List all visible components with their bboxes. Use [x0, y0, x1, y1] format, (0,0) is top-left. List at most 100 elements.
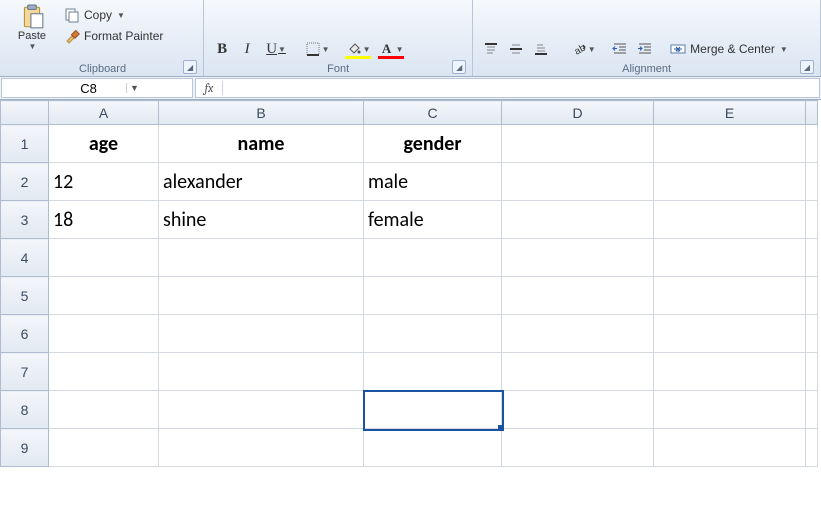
cell-E3[interactable] — [654, 201, 806, 239]
decrease-indent-button[interactable] — [608, 37, 632, 61]
align-middle-button[interactable] — [504, 37, 528, 61]
col-header-A[interactable]: A — [49, 101, 159, 125]
format-painter-button[interactable]: Format Painter — [60, 26, 167, 46]
row-header-1[interactable]: 1 — [1, 125, 49, 163]
cell-E6[interactable] — [654, 315, 806, 353]
align-top-button[interactable] — [479, 37, 503, 61]
cell-A9[interactable] — [49, 429, 159, 467]
cell-B9[interactable] — [159, 429, 364, 467]
orientation-button[interactable]: ab▼ — [567, 37, 599, 61]
cell-A1[interactable]: age — [49, 125, 159, 163]
cell-C4[interactable] — [364, 239, 502, 277]
borders-button[interactable]: ▼ — [301, 37, 333, 61]
grid[interactable]: A B C D E 1 age name gender 2 12 alexand… — [0, 100, 818, 467]
col-header-F[interactable] — [806, 101, 818, 125]
underline-button[interactable]: U▼ — [260, 37, 292, 61]
cell-A3[interactable]: 18 — [49, 201, 159, 239]
cell-C8[interactable] — [364, 391, 502, 429]
cell-A2[interactable]: 12 — [49, 163, 159, 201]
cell-B3[interactable]: shine — [159, 201, 364, 239]
row-header-7[interactable]: 7 — [1, 353, 49, 391]
formula-input[interactable] — [223, 81, 819, 96]
cell-F1[interactable] — [806, 125, 818, 163]
cell-E2[interactable] — [654, 163, 806, 201]
cell-A5[interactable] — [49, 277, 159, 315]
increase-indent-button[interactable] — [633, 37, 657, 61]
group-label-clipboard: Clipboard ◢ — [8, 61, 197, 76]
cell-B4[interactable] — [159, 239, 364, 277]
italic-button[interactable]: I — [235, 37, 259, 61]
fx-icon[interactable]: fx — [196, 81, 223, 95]
cell-C9[interactable] — [364, 429, 502, 467]
cell-F4[interactable] — [806, 239, 818, 277]
cell-C6[interactable] — [364, 315, 502, 353]
merge-center-button[interactable]: a Merge & Center ▼ — [666, 39, 792, 59]
name-box-input[interactable] — [52, 80, 126, 97]
row-header-8[interactable]: 8 — [1, 391, 49, 429]
row-header-6[interactable]: 6 — [1, 315, 49, 353]
merge-icon: a — [670, 41, 686, 57]
cell-E8[interactable] — [654, 391, 806, 429]
cell-F7[interactable] — [806, 353, 818, 391]
row-header-9[interactable]: 9 — [1, 429, 49, 467]
name-box[interactable]: ▼ — [1, 78, 193, 98]
row-header-5[interactable]: 5 — [1, 277, 49, 315]
cell-A4[interactable] — [49, 239, 159, 277]
cell-B8[interactable] — [159, 391, 364, 429]
dialog-launcher-icon[interactable]: ◢ — [800, 60, 814, 74]
cell-D7[interactable] — [502, 353, 654, 391]
cell-C5[interactable] — [364, 277, 502, 315]
cell-D6[interactable] — [502, 315, 654, 353]
row-header-3[interactable]: 3 — [1, 201, 49, 239]
cell-E7[interactable] — [654, 353, 806, 391]
cell-E4[interactable] — [654, 239, 806, 277]
cell-E9[interactable] — [654, 429, 806, 467]
cell-F5[interactable] — [806, 277, 818, 315]
paste-button[interactable]: Paste ▼ — [8, 2, 56, 60]
cell-E5[interactable] — [654, 277, 806, 315]
row-header-4[interactable]: 4 — [1, 239, 49, 277]
cell-C7[interactable] — [364, 353, 502, 391]
cell-B1[interactable]: name — [159, 125, 364, 163]
group-label-alignment: Alignment ◢ — [479, 61, 814, 76]
row-header-2[interactable]: 2 — [1, 163, 49, 201]
col-header-B[interactable]: B — [159, 101, 364, 125]
cell-F2[interactable] — [806, 163, 818, 201]
format-painter-label: Format Painter — [84, 29, 163, 43]
cell-E1[interactable] — [654, 125, 806, 163]
cell-A6[interactable] — [49, 315, 159, 353]
cell-A7[interactable] — [49, 353, 159, 391]
dialog-launcher-icon[interactable]: ◢ — [183, 60, 197, 74]
dialog-launcher-icon[interactable]: ◢ — [452, 60, 466, 74]
cell-F8[interactable] — [806, 391, 818, 429]
cell-F6[interactable] — [806, 315, 818, 353]
font-color-button[interactable]: A ▼ — [375, 37, 407, 61]
cell-D4[interactable] — [502, 239, 654, 277]
select-all-corner[interactable] — [1, 101, 49, 125]
col-header-C[interactable]: C — [364, 101, 502, 125]
cell-D5[interactable] — [502, 277, 654, 315]
worksheet[interactable]: A B C D E 1 age name gender 2 12 alexand… — [0, 100, 821, 467]
bold-button[interactable]: B — [210, 37, 234, 61]
cell-D9[interactable] — [502, 429, 654, 467]
cell-B7[interactable] — [159, 353, 364, 391]
cell-D2[interactable] — [502, 163, 654, 201]
col-header-E[interactable]: E — [654, 101, 806, 125]
cell-A8[interactable] — [49, 391, 159, 429]
fill-color-button[interactable]: ▼ — [342, 37, 374, 61]
col-header-D[interactable]: D — [502, 101, 654, 125]
cell-C2[interactable]: male — [364, 163, 502, 201]
cell-F3[interactable] — [806, 201, 818, 239]
copy-button[interactable]: Copy ▼ — [60, 5, 167, 25]
cell-B2[interactable]: alexander — [159, 163, 364, 201]
cell-C1[interactable]: gender — [364, 125, 502, 163]
chevron-down-icon[interactable]: ▼ — [126, 83, 143, 93]
cell-B5[interactable] — [159, 277, 364, 315]
cell-D3[interactable] — [502, 201, 654, 239]
cell-F9[interactable] — [806, 429, 818, 467]
cell-D8[interactable] — [502, 391, 654, 429]
align-bottom-button[interactable] — [529, 37, 553, 61]
cell-C3[interactable]: female — [364, 201, 502, 239]
cell-B6[interactable] — [159, 315, 364, 353]
cell-D1[interactable] — [502, 125, 654, 163]
